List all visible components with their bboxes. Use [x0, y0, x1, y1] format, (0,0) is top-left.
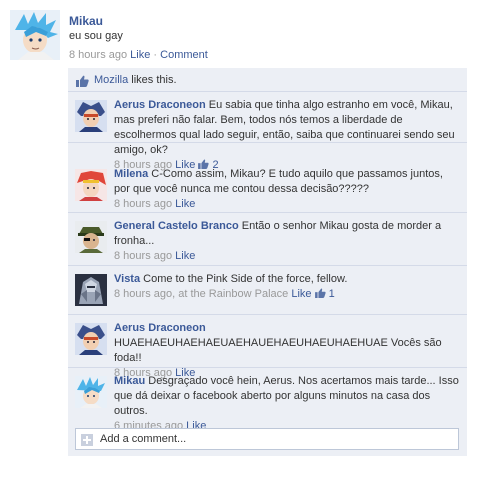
post-like-link[interactable]: Like	[130, 49, 150, 61]
comment-author[interactable]: Aerus Draconeon	[114, 322, 206, 334]
post-author-name[interactable]: Mikau	[69, 14, 103, 28]
comment-timestamp[interactable]: 8 hours ago	[114, 250, 172, 262]
post-meta: 8 hours ago Like · Comment	[69, 49, 208, 61]
comment-text: Desgraçado você hein, Aerus. Nos acertam…	[114, 375, 459, 417]
comment-meta: 8 hours ago Like	[114, 249, 460, 264]
likes-summary: Mozilla likes this.	[94, 74, 177, 86]
comment-author[interactable]: Vista	[114, 273, 140, 285]
post-author-avatar[interactable]	[10, 10, 60, 60]
comment-text: Come to the Pink Side of the force, fell…	[143, 273, 348, 285]
likes-row: Mozilla likes this.	[68, 68, 467, 92]
comment-meta: 8 hours ago Like	[114, 197, 460, 212]
liker-name[interactable]: Mozilla	[94, 74, 128, 86]
comment-timestamp[interactable]: 8 hours ago	[114, 198, 172, 210]
thumbs-up-icon[interactable]	[314, 288, 329, 300]
comment-avatar[interactable]	[75, 169, 107, 201]
comment-author[interactable]: Mikau	[114, 375, 145, 387]
post-comment-link[interactable]: Comment	[160, 49, 208, 61]
comment-item: General Castelo Branco Então o senhor Mi…	[68, 214, 467, 266]
comment-author[interactable]: Aerus Draconeon	[114, 99, 206, 111]
comment-item: Vista Come to the Pink Side of the force…	[68, 267, 467, 315]
comment-like-link[interactable]: Like	[175, 198, 195, 210]
comment-like-count[interactable]: 1	[329, 288, 335, 300]
comment-avatar[interactable]	[75, 100, 107, 132]
comment-body: General Castelo Branco Então o senhor Mi…	[114, 219, 460, 264]
thumbs-up-icon	[76, 75, 89, 90]
comment-avatar[interactable]	[75, 376, 107, 408]
comment-like-link[interactable]: Like	[175, 250, 195, 262]
comment-item: Mikau Desgraçado você hein, Aerus. Nos a…	[68, 369, 467, 432]
comment-meta: 8 hours ago, at the Rainbow Palace Like …	[114, 287, 460, 302]
add-comment-icon	[81, 434, 93, 446]
post-text: eu sou gay	[69, 30, 123, 42]
comment-body: Milena C-Como assim, Mikau? E tudo aquil…	[114, 167, 460, 212]
comment-item: Aerus Draconeon Eu sabia que tinha algo …	[68, 93, 467, 171]
add-comment-placeholder: Add a comment...	[100, 433, 187, 445]
comment-text: C-Como assim, Mikau? E tudo aquilo que p…	[114, 168, 443, 195]
comment-like-link[interactable]: Like	[291, 288, 311, 300]
comment-avatar[interactable]	[75, 274, 107, 306]
comment-timestamp[interactable]: 8 hours ago	[114, 288, 172, 300]
post-timestamp[interactable]: 8 hours ago	[69, 49, 127, 61]
comment-item: Milena C-Como assim, Mikau? E tudo aquil…	[68, 162, 467, 213]
comment-author[interactable]: Milena	[114, 168, 148, 180]
comment-location: , at the Rainbow Palace	[172, 288, 289, 300]
likes-suffix: likes this.	[131, 74, 177, 86]
comment-body: Mikau Desgraçado você hein, Aerus. Nos a…	[114, 374, 460, 434]
comment-text: HUAEHAEUHAEHAEUAEHAUEHAEUHAEUHAEHUAE Voc…	[114, 337, 442, 364]
feedback-panel: Mozilla likes this. Aerus Draconeon Eu s…	[68, 68, 467, 456]
comment-item: Aerus Draconeon HUAEHAEUHAEHAEUAEHAUEHAE…	[68, 316, 467, 379]
comment-avatar[interactable]	[75, 221, 107, 253]
comment-author[interactable]: General Castelo Branco	[114, 220, 239, 232]
comment-body: Vista Come to the Pink Side of the force…	[114, 272, 460, 302]
add-comment-input[interactable]: Add a comment...	[75, 428, 459, 450]
post-meta-separator: ·	[153, 49, 158, 61]
comment-avatar[interactable]	[75, 323, 107, 355]
